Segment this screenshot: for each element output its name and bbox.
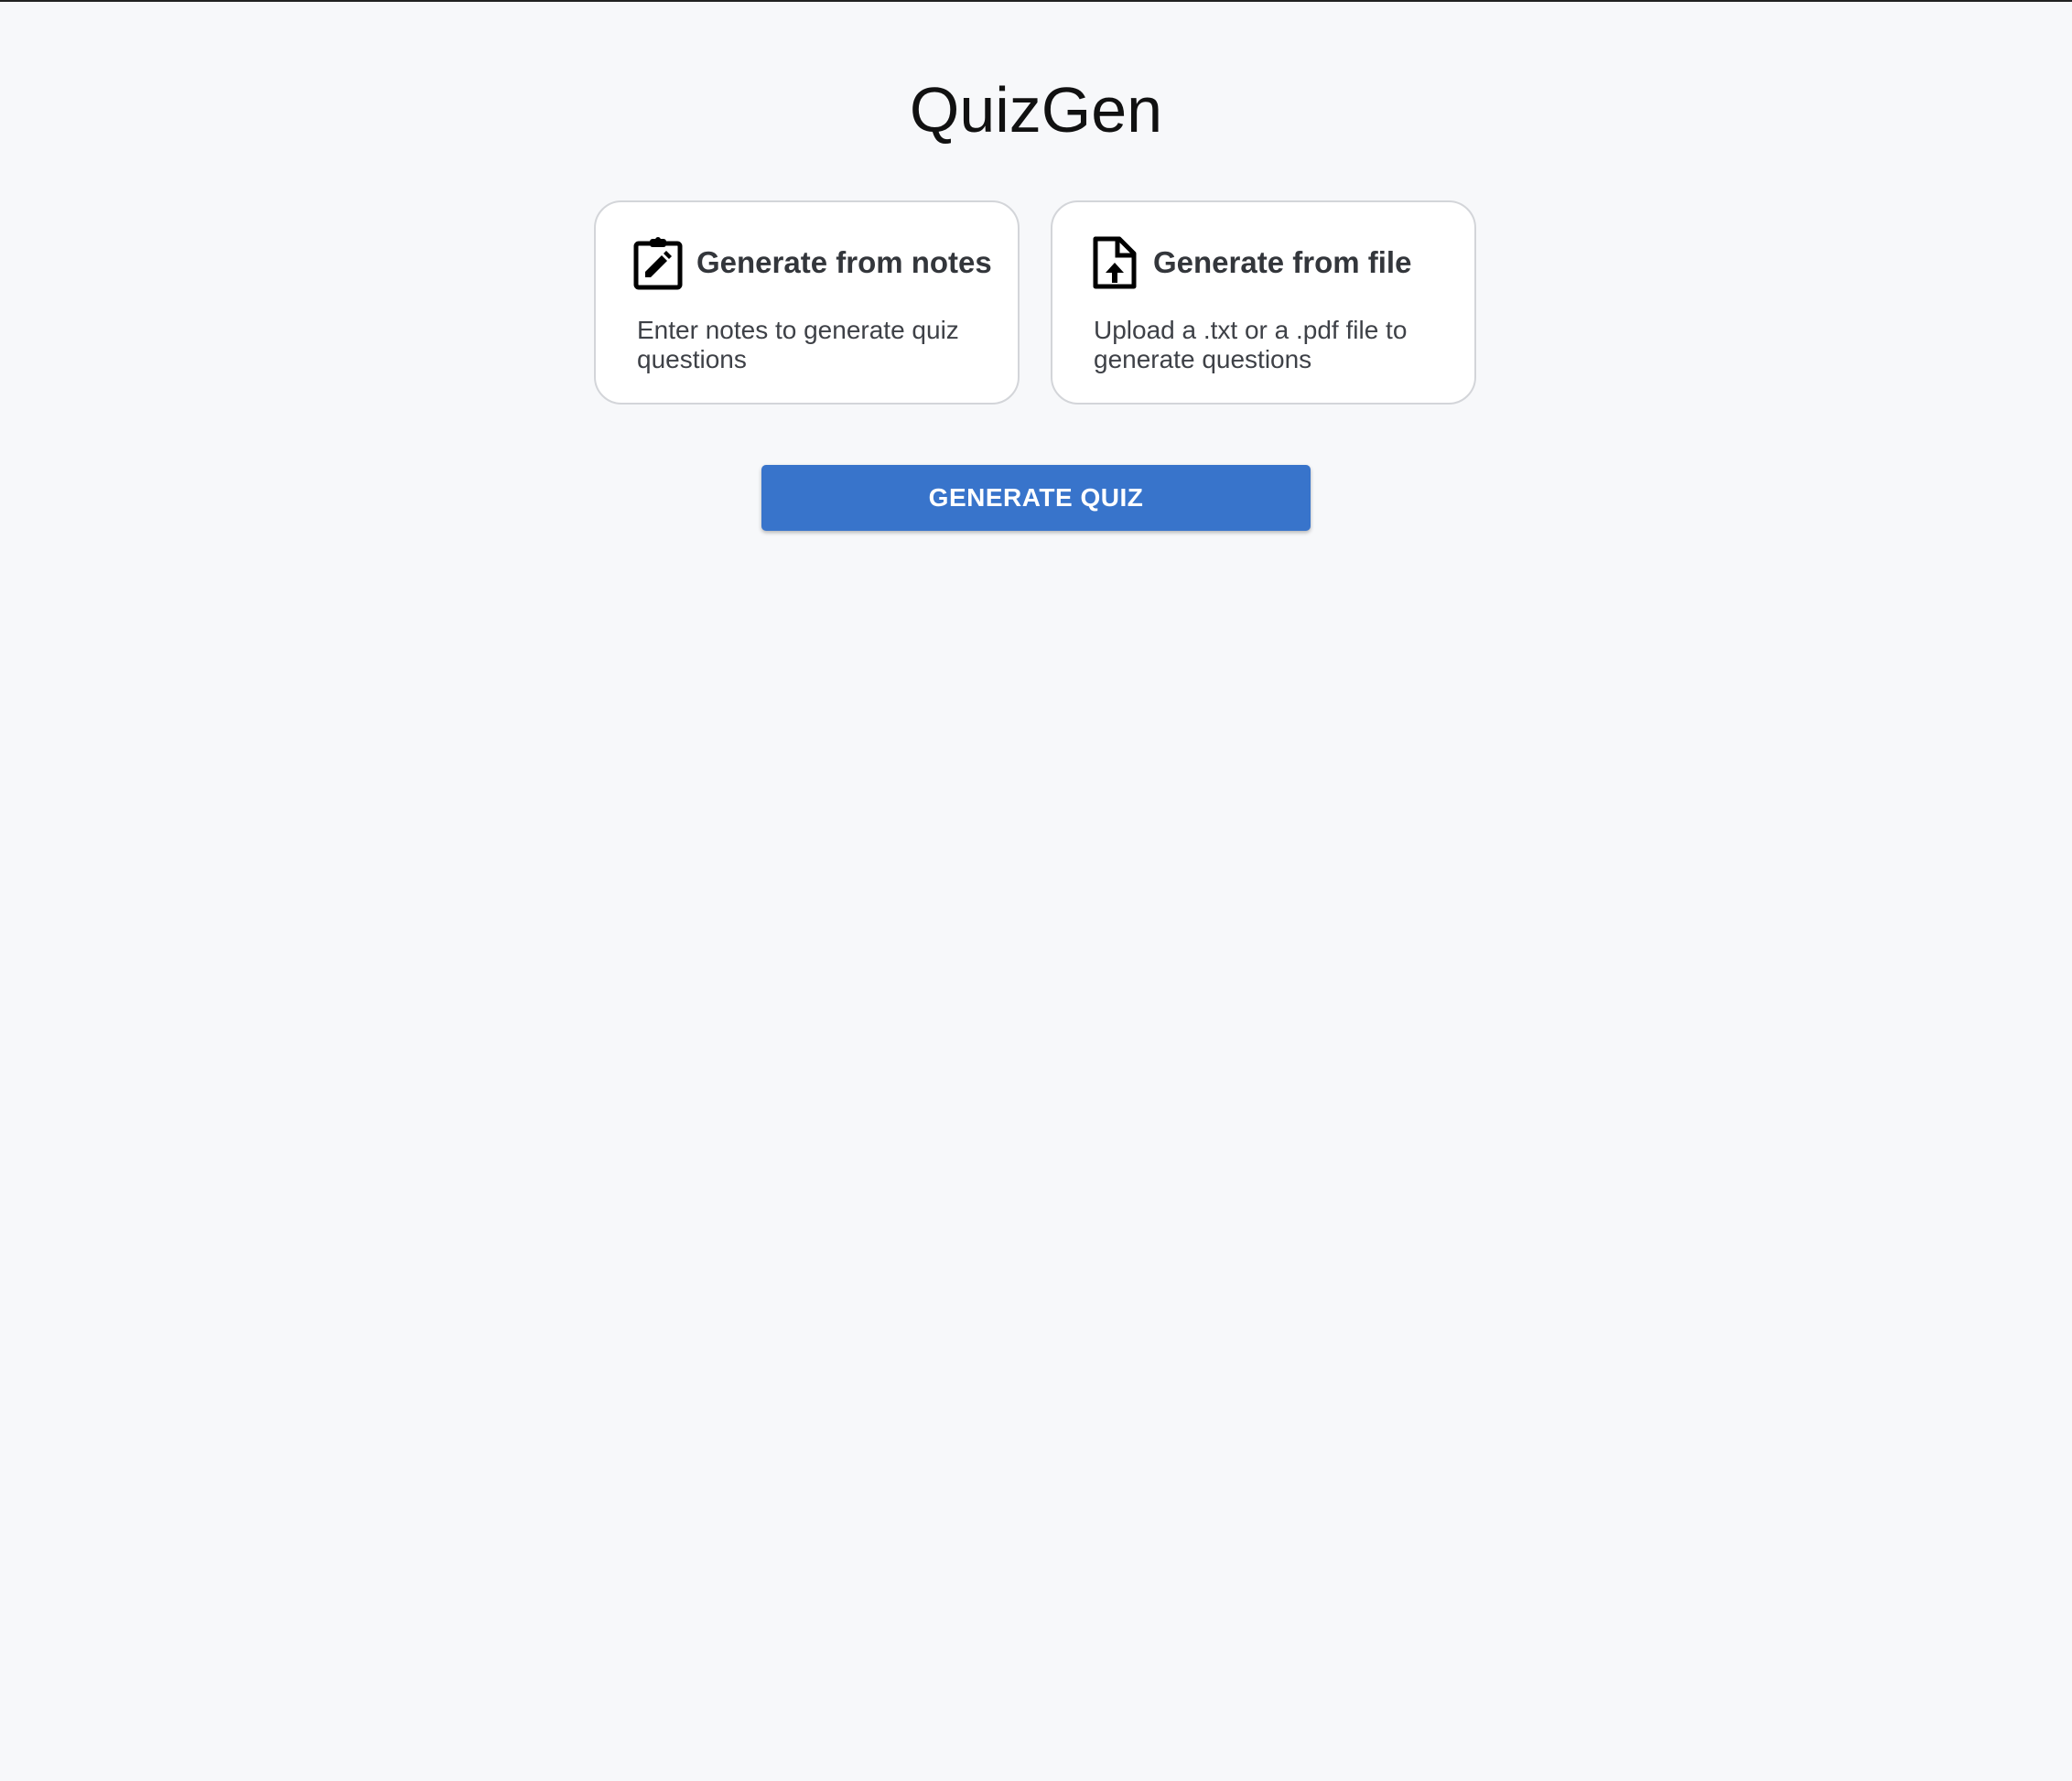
file-upload-icon — [1089, 235, 1140, 290]
card-description: Enter notes to generate quiz questions — [637, 316, 959, 373]
card-title: Generate from file — [1153, 245, 1412, 279]
card-title: Generate from notes — [696, 245, 992, 279]
generate-from-notes-card[interactable]: Generate from notes Enter notes to gener… — [594, 200, 1020, 405]
generate-quiz-button[interactable]: GENERATE QUIZ — [761, 465, 1311, 531]
window-top-border — [0, 0, 2072, 2]
page: QuizGen Generate from notes Enter notes … — [0, 0, 2072, 1781]
generate-from-file-card[interactable]: Generate from file Upload a .txt or a .p… — [1051, 200, 1476, 405]
card-description: Upload a .txt or a .pdf file to generate… — [1094, 316, 1408, 373]
clipboard-edit-icon — [632, 235, 684, 290]
page-title: QuizGen — [909, 74, 1163, 146]
